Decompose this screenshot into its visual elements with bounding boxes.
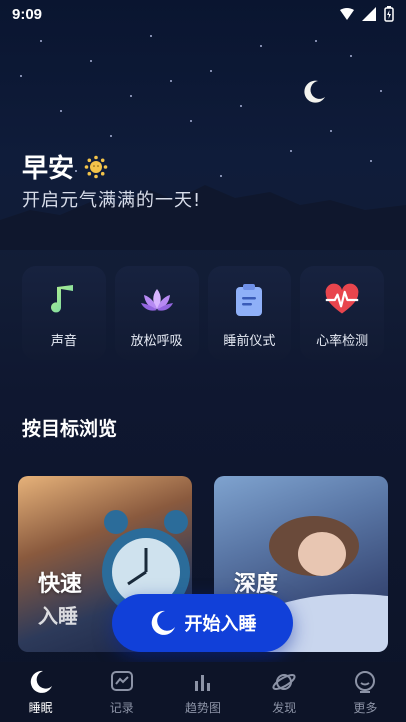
- status-bar: 9:09: [0, 0, 406, 28]
- nav-label: 趋势图: [185, 700, 222, 715]
- music-note-icon: [50, 285, 73, 313]
- nav-label: 睡眠: [28, 700, 53, 715]
- moon-icon: [151, 610, 175, 635]
- status-icons: [340, 6, 394, 22]
- lotus-icon: [140, 289, 173, 311]
- quick-action-label: 放松呼吸: [130, 334, 183, 349]
- greeting-title: 早安: [22, 148, 108, 185]
- section-title: 按目标浏览: [22, 418, 118, 440]
- signal-icon: [340, 8, 354, 20]
- nav-label: 记录: [109, 700, 134, 715]
- record-icon: [110, 670, 133, 691]
- nav-item-discover[interactable]: 发现: [244, 662, 325, 722]
- night-sky-background: [0, 0, 406, 250]
- nav-label: 发现: [272, 700, 297, 715]
- quick-action-bedtime-ritual[interactable]: 睡前仪式: [207, 266, 292, 360]
- nav-item-trends[interactable]: 趋势图: [162, 662, 243, 722]
- quick-action-breathing[interactable]: 放松呼吸: [114, 266, 199, 360]
- clipboard-icon: [236, 284, 263, 316]
- start-sleep-button[interactable]: 开始入睡: [112, 594, 293, 652]
- cellular-icon: [362, 7, 376, 21]
- quick-actions: 声音 放松呼吸 睡前仪式 心率检测: [22, 266, 384, 360]
- quick-action-label: 心率检测: [316, 334, 369, 349]
- goal-card-subtitle: 入睡: [38, 604, 78, 628]
- bottom-nav: 睡眠 记录 趋势图 发现 更多: [0, 662, 406, 722]
- nav-item-record[interactable]: 记录: [81, 662, 162, 722]
- heart-rate-icon: [325, 283, 359, 314]
- battery-icon: [384, 6, 394, 22]
- nav-item-sleep[interactable]: 睡眠: [0, 662, 81, 722]
- home-screen: 9:09 早安 开启元气满满的一天! 声音 放松呼吸 睡前仪式 心率检测 按目标…: [0, 0, 406, 722]
- greeting-subtitle: 开启元气满满的一天!: [22, 190, 202, 211]
- quick-action-label: 声音: [50, 334, 77, 349]
- planet-icon: [272, 673, 296, 690]
- goal-card-title: 快速: [38, 572, 83, 597]
- greeting-text: 早安: [22, 154, 75, 184]
- moon-icon: [304, 80, 325, 103]
- bar-chart-icon: [195, 674, 210, 691]
- sun-icon: [84, 155, 108, 178]
- mountain-silhouette: [0, 185, 406, 250]
- nav-item-more[interactable]: 更多: [325, 662, 406, 722]
- nav-label: 更多: [353, 700, 378, 715]
- moon-icon: [30, 670, 52, 693]
- status-time: 9:09: [12, 5, 43, 23]
- quick-action-sound[interactable]: 声音: [22, 266, 106, 360]
- quick-action-label: 睡前仪式: [223, 334, 276, 349]
- more-icon: [355, 670, 376, 693]
- start-sleep-label: 开始入睡: [184, 614, 257, 635]
- quick-action-heart-rate[interactable]: 心率检测: [300, 266, 384, 360]
